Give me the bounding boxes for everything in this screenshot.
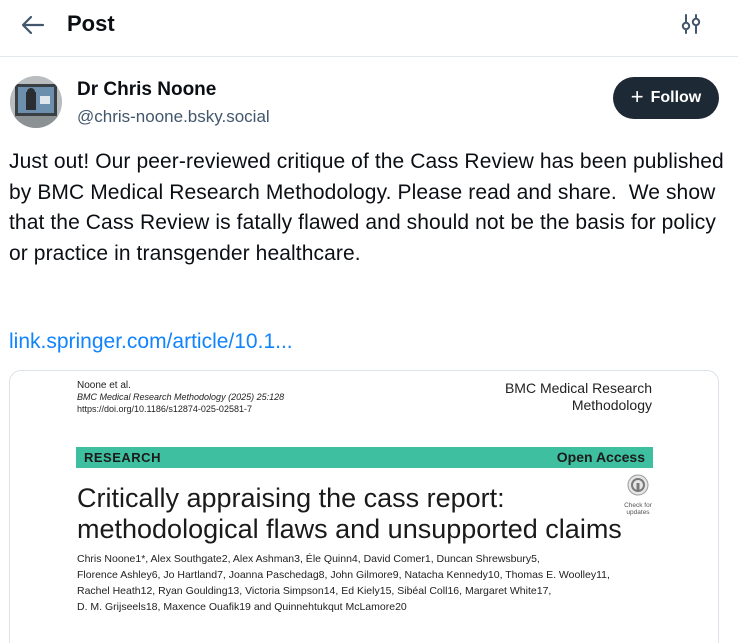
check-for-updates-label: Check for updates (624, 502, 652, 516)
authors-line1: Chris Noone1*, Alex Southgate2, Alex Ash… (77, 553, 540, 565)
avatar[interactable] (10, 76, 62, 128)
plus-icon: + (630, 84, 644, 109)
research-banner: RESEARCH Open Access (76, 447, 653, 468)
author-handle[interactable]: @chris-noone.bsky.social (77, 106, 270, 128)
paper-authors: Chris Noone1*, Alex Southgate2, Alex Ash… (77, 551, 657, 615)
back-button[interactable] (18, 11, 48, 39)
post-image[interactable]: Noone et al. BMC Medical Research Method… (9, 370, 719, 643)
post-link[interactable]: link.springer.com/article/10.1... (9, 327, 293, 357)
post-text: Just out! Our peer-reviewed critique of … (9, 150, 730, 265)
paper-citation-journal: BMC Medical Research Methodology (2025) … (77, 392, 285, 402)
author-name[interactable]: Dr Chris Noone (77, 78, 216, 102)
paper-title-line1: Critically appraising the cass report: (77, 483, 505, 513)
paper-citation-authors: Noone et al. (77, 380, 131, 391)
avatar-image (10, 76, 62, 128)
authors-line3: Rachel Heath12, Ryan Goulding13, Victori… (77, 585, 552, 597)
paper-title-line2: methodological flaws and unsupported cla… (77, 514, 622, 544)
follow-label: Follow (650, 89, 702, 106)
paper-first-page: Noone et al. BMC Medical Research Method… (10, 371, 718, 643)
paper-title: Critically appraising the cass report: m… (77, 483, 637, 545)
authors-line4: D. M. Grijseels18, Maxence Ouafik19 and … (77, 601, 407, 613)
post-header: Post (0, 0, 738, 57)
check-for-updates-icon (627, 474, 649, 496)
paper-journal-name: BMC Medical Research Methodology (505, 380, 652, 414)
thread-settings-button[interactable] (677, 10, 705, 38)
check-for-updates-badge: Check for updates (621, 474, 655, 516)
arrow-left-icon (21, 15, 45, 35)
open-access-label: Open Access (556, 449, 645, 465)
authors-line2: Florence Ashley6, Jo Hartland7, Joanna P… (77, 569, 610, 581)
journal-name-line2: Methodology (571, 397, 652, 413)
page-title: Post (67, 11, 115, 36)
section-label: RESEARCH (84, 450, 161, 465)
paper-doi: https://doi.org/10.1186/s12874-025-02581… (77, 404, 252, 414)
journal-name-line1: BMC Medical Research (504, 380, 652, 396)
sliders-icon (681, 14, 701, 34)
follow-button[interactable]: + Follow (613, 77, 719, 119)
